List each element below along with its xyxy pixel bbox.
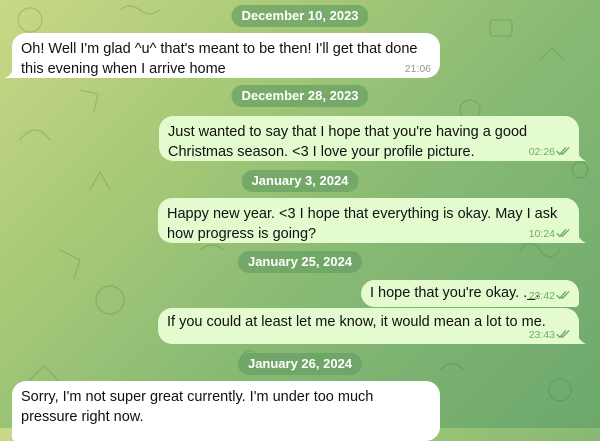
date-separator: December 10, 2023 bbox=[231, 5, 369, 27]
message-text: Sorry, I'm not super great currently. I'… bbox=[21, 389, 374, 425]
chat-history[interactable]: December 10, 2023 Oh! Well I'm glad ^u^ … bbox=[0, 0, 600, 441]
bubble-tail bbox=[576, 231, 586, 243]
date-separator: January 3, 2024 bbox=[241, 170, 359, 192]
message-time: 10:24 bbox=[529, 228, 570, 240]
message-text: Just wanted to say that I hope that you'… bbox=[168, 124, 528, 160]
message-time: 21:06 bbox=[404, 63, 431, 75]
message-incoming[interactable]: Sorry, I'm not super great currently. I'… bbox=[12, 381, 440, 441]
double-check-icon bbox=[556, 147, 570, 156]
message-text: Oh! Well I'm glad ^u^ that's meant to be… bbox=[21, 41, 418, 77]
message-outgoing[interactable]: Just wanted to say that I hope that you'… bbox=[159, 116, 586, 161]
date-separator: January 26, 2024 bbox=[237, 353, 363, 375]
message-outgoing[interactable]: Happy new year. <3 I hope that everythin… bbox=[158, 198, 586, 243]
message-time: 23:43 bbox=[529, 329, 570, 341]
message-time: 23:42 bbox=[529, 290, 570, 302]
double-check-icon bbox=[556, 330, 570, 339]
message-outgoing[interactable]: I hope that you're okay. ._. 23:42 bbox=[361, 280, 579, 307]
double-check-icon bbox=[556, 229, 570, 238]
date-separator: December 28, 2023 bbox=[231, 85, 369, 107]
message-text: Happy new year. <3 I hope that everythin… bbox=[167, 206, 558, 242]
bubble-tail bbox=[576, 149, 586, 161]
double-check-icon bbox=[556, 291, 570, 300]
message-time: 02:26 bbox=[529, 146, 570, 158]
date-separator: January 25, 2024 bbox=[237, 251, 363, 273]
message-text: I hope that you're okay. ._. bbox=[370, 285, 540, 301]
bubble-tail bbox=[576, 332, 586, 344]
bubble-tail bbox=[5, 66, 15, 78]
message-incoming[interactable]: Oh! Well I'm glad ^u^ that's meant to be… bbox=[5, 33, 440, 78]
message-outgoing[interactable]: If you could at least let me know, it wo… bbox=[158, 308, 586, 344]
message-text: If you could at least let me know, it wo… bbox=[167, 314, 546, 330]
